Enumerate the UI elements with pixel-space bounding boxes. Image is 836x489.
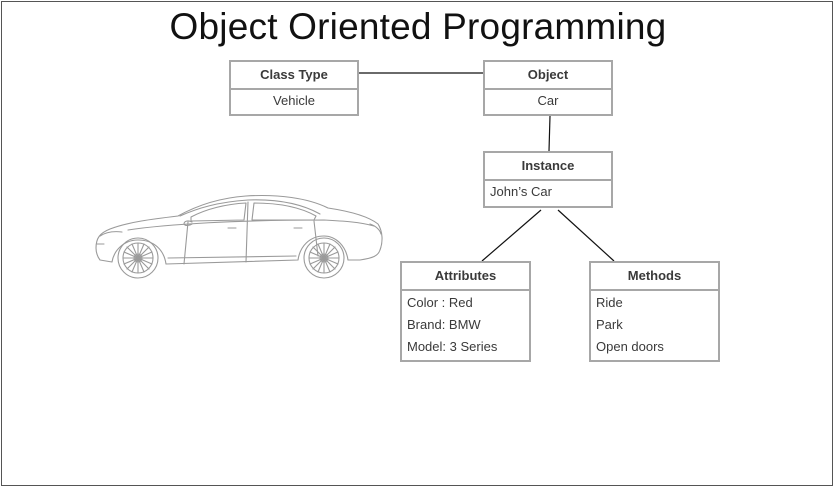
class-type-box: Class Type Vehicle (229, 60, 359, 116)
method-item: Ride (596, 295, 623, 310)
attribute-item: Model: 3 Series (407, 339, 498, 354)
class-type-header: Class Type (231, 62, 357, 90)
instance-header: Instance (485, 153, 611, 181)
car-sedan-icon (95, 194, 383, 279)
object-header: Object (485, 62, 611, 90)
methods-box: Methods Ride Park Open doors (589, 261, 720, 362)
object-box: Object Car (483, 60, 613, 116)
connector-instance-attributes (481, 209, 542, 262)
methods-header: Methods (591, 263, 718, 291)
instance-value: John’s Car (490, 184, 552, 199)
attributes-header: Attributes (402, 263, 529, 291)
method-item: Open doors (596, 339, 664, 354)
connector-object-instance (548, 115, 551, 152)
attribute-item: Brand: BMW (407, 317, 481, 332)
object-value: Car (537, 93, 559, 108)
attribute-item: Color : Red (407, 295, 473, 310)
connector-instance-methods (557, 209, 615, 262)
class-type-value: Vehicle (273, 93, 315, 108)
method-item: Park (596, 317, 623, 332)
attributes-box: Attributes Color : Red Brand: BMW Model:… (400, 261, 531, 362)
instance-box: Instance John’s Car (483, 151, 613, 208)
